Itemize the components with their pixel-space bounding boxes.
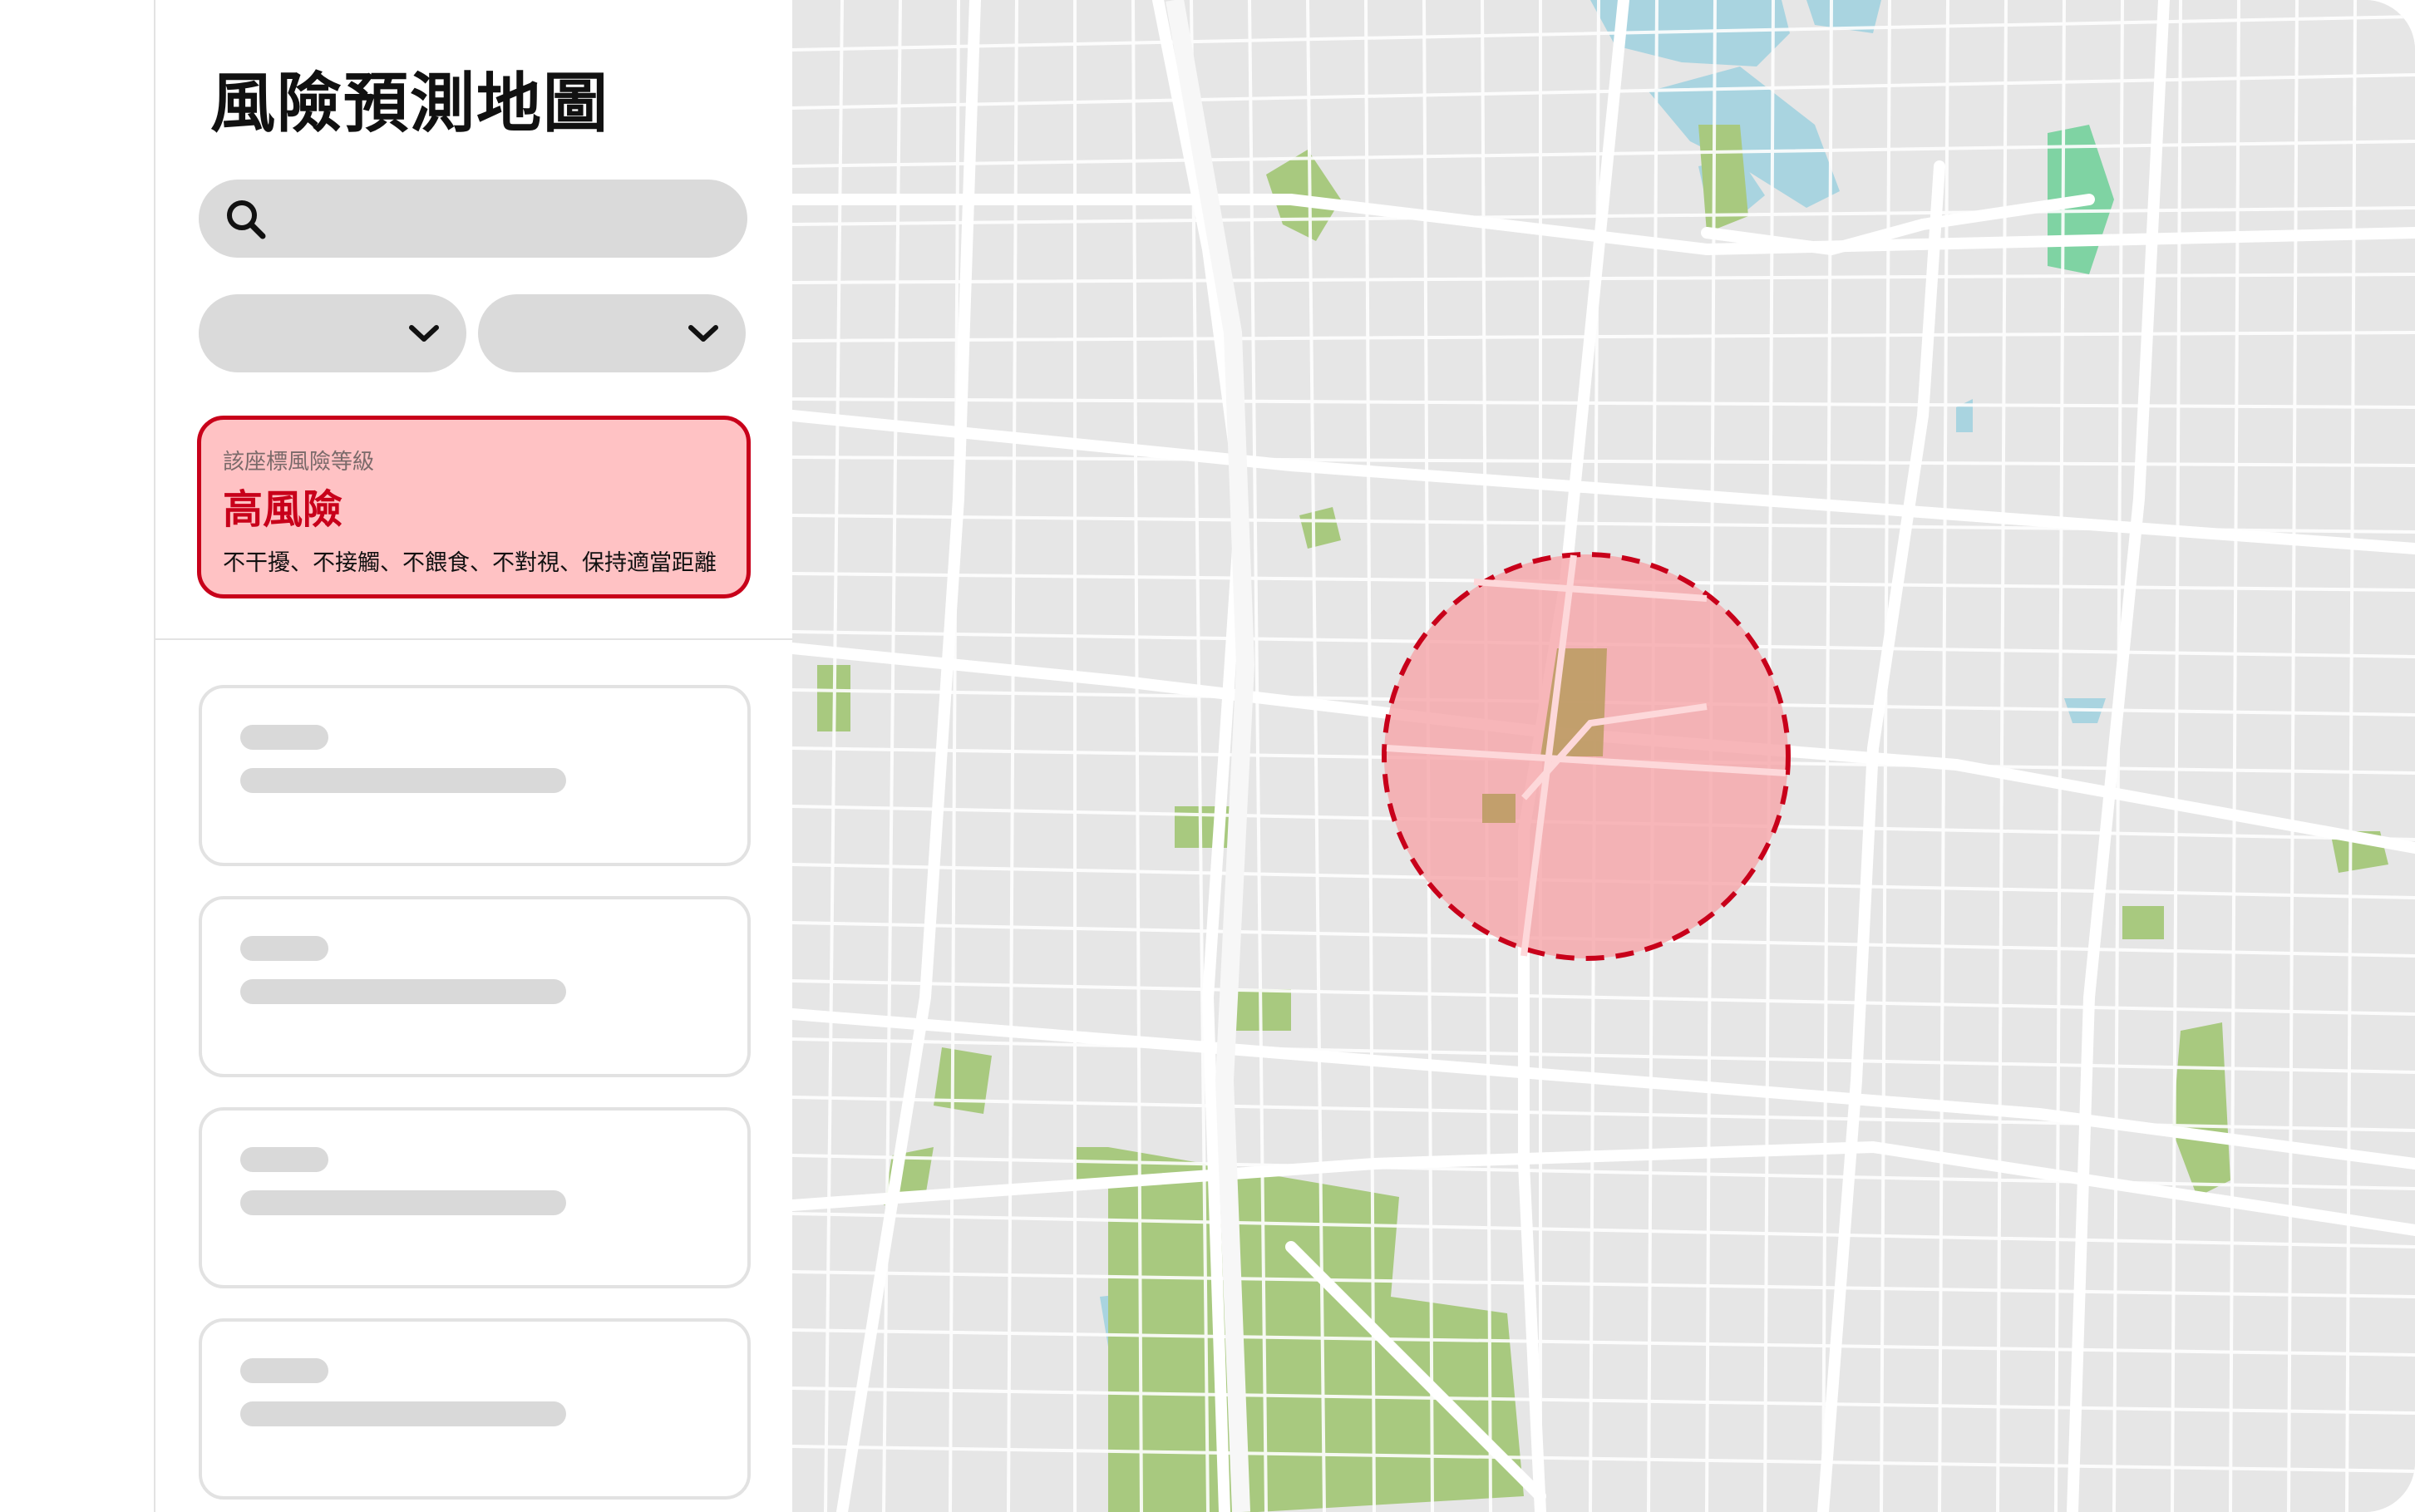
map-view[interactable]: [792, 0, 2415, 1512]
sidebar: 風險預測地圖 該座標風險等級 高風險 不干擾、不接觸、不餵食、不對視、保持適當距…: [154, 0, 794, 1512]
risk-level-value: 高風險: [223, 486, 343, 533]
result-card-skeleton[interactable]: [199, 896, 751, 1077]
filter-select-2[interactable]: [478, 294, 746, 372]
result-card-skeleton[interactable]: [199, 685, 751, 866]
skeleton-line-title: [240, 1358, 328, 1383]
map-canvas[interactable]: [792, 0, 2415, 1512]
skeleton-line-body: [240, 768, 566, 793]
chevron-down-icon: [688, 325, 718, 342]
skeleton-line-body: [240, 979, 566, 1004]
search-input[interactable]: [282, 180, 726, 259]
skeleton-line-title: [240, 936, 328, 961]
result-card-skeleton[interactable]: [199, 1107, 751, 1288]
sidebar-divider: [155, 638, 794, 640]
chevron-down-icon: [409, 325, 439, 342]
risk-zone[interactable]: [1382, 552, 1791, 961]
result-card-skeleton[interactable]: [199, 1318, 751, 1500]
skeleton-line-body: [240, 1190, 566, 1215]
risk-level-label: 該座標風險等級: [223, 450, 375, 475]
skeleton-line-title: [240, 1147, 328, 1172]
skeleton-line-title: [240, 725, 328, 750]
risk-advice-text: 不干擾、不接觸、不餵食、不對視、保持適當距離: [223, 550, 717, 576]
skeleton-line-body: [240, 1401, 566, 1426]
risk-level-card: 該座標風險等級 高風險 不干擾、不接觸、不餵食、不對視、保持適當距離: [197, 416, 751, 598]
search-bar[interactable]: [199, 180, 747, 259]
risk-zone-park: [1482, 794, 1516, 823]
filter-select-1[interactable]: [199, 294, 466, 372]
page-title: 風險預測地圖: [210, 66, 610, 141]
search-icon: [227, 200, 266, 239]
